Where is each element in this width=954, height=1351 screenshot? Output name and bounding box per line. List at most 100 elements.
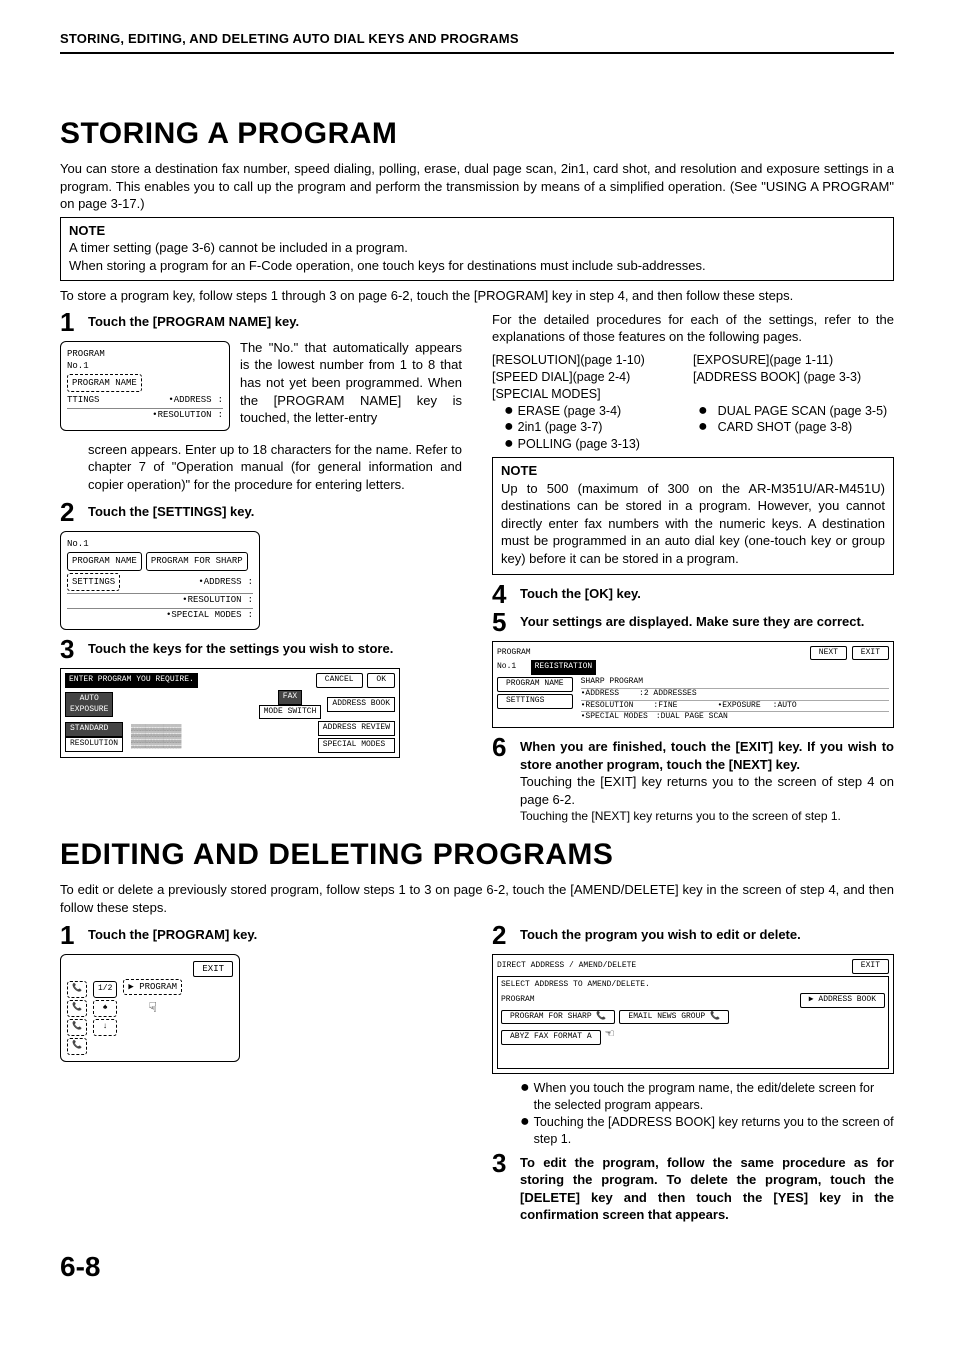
scr-label: SHARP PROGRAM	[581, 677, 889, 689]
bullet-icon: ●	[520, 1114, 530, 1130]
program-button[interactable]: ▶ PROGRAM	[123, 979, 182, 995]
cancel-button[interactable]: CANCEL	[316, 673, 363, 688]
scr-label: PROGRAM	[501, 995, 535, 1006]
scr-label: No.1	[67, 360, 223, 372]
exit-button[interactable]: EXIT	[852, 646, 889, 661]
note-body: Up to 500 (maximum of 300 on the AR-M351…	[501, 480, 885, 568]
step-title: Touch the [SETTINGS] key.	[88, 499, 254, 521]
next-button[interactable]: NEXT	[810, 646, 847, 661]
note-box-2: NOTE Up to 500 (maximum of 300 on the AR…	[492, 457, 894, 574]
up-icon[interactable]: ♠	[93, 1000, 117, 1017]
step-title: Touch the keys for the settings you wish…	[88, 636, 393, 658]
step-number: 5	[492, 609, 512, 635]
exit-button[interactable]: EXIT	[852, 959, 889, 974]
scr-label: No.1	[67, 538, 253, 550]
phone-icon[interactable]: 📞	[67, 981, 87, 998]
bullet-icon: ●	[698, 419, 708, 435]
standard-button[interactable]: STANDARD	[65, 722, 123, 737]
phone-icon[interactable]: 📞	[67, 1019, 87, 1036]
auto-exposure-button[interactable]: AUTO EXPOSURE	[65, 692, 113, 718]
scr-value: :FINE	[653, 701, 677, 712]
step-number: 3	[492, 1150, 512, 1176]
step-number: 1	[60, 922, 80, 948]
scr-label: PROGRAM FOR SHARP	[146, 552, 248, 570]
scr-label: 1/2	[93, 981, 117, 998]
scr-label: PROGRAM	[497, 648, 531, 659]
ref: [ADDRESS BOOK] (page 3-3)	[693, 369, 894, 386]
edit-left-col: 1 Touch the [PROGRAM] key. EXIT 📞 📞 📞 📞 …	[60, 920, 462, 1224]
note-line: When storing a program for an F-Code ope…	[69, 257, 885, 275]
ref: CARD SHOT (page 3-8)	[718, 419, 894, 436]
page-header: STORING, EDITING, AND DELETING AUTO DIAL…	[60, 30, 894, 54]
special-modes-button[interactable]: SPECIAL MODES	[318, 738, 395, 753]
edit-right-col: 2 Touch the program you wish to edit or …	[492, 920, 894, 1224]
bullet-icon: ●	[520, 1080, 530, 1096]
address-book-button[interactable]: ▶ ADDRESS BOOK	[800, 993, 885, 1008]
step-1: 1 Touch the [PROGRAM NAME] key.	[60, 309, 462, 335]
note-line: A timer setting (page 3-6) cannot be inc…	[69, 239, 885, 257]
fax-button[interactable]: FAX	[278, 690, 302, 705]
screen-program-key: EXIT 📞 📞 📞 📞 1/2 ♠ ↓ ▶ PROGRAM ☟	[60, 954, 240, 1061]
scr-label: PROGRAM	[67, 348, 223, 360]
step-title: When you are finished, touch the [EXIT] …	[520, 734, 894, 773]
scr-header: ENTER PROGRAM YOU REQUIRE.	[65, 673, 198, 688]
phone-icon[interactable]: 📞	[67, 1038, 87, 1055]
right-column: For the detailed procedures for each of …	[492, 307, 894, 825]
ref: DUAL PAGE SCAN (page 3-5)	[718, 403, 894, 420]
hand-pointer-icon: ☜	[605, 1027, 613, 1043]
program-name-button[interactable]: PROGRAM NAME	[67, 374, 142, 392]
program-item[interactable]: ABYZ FAX FORMAT A	[501, 1030, 601, 1045]
phone-icon[interactable]: 📞	[67, 1000, 87, 1017]
program-item[interactable]: EMAIL NEWS GROUP 📞	[619, 1010, 729, 1025]
screen-enter-program: ENTER PROGRAM YOU REQUIRE. CANCEL OK AUT…	[60, 668, 400, 758]
heading-editing: EDITING AND DELETING PROGRAMS	[60, 835, 894, 876]
ref: POLLING (page 3-13)	[518, 436, 640, 453]
step-title: Touch the [PROGRAM] key.	[88, 922, 257, 944]
scr-button[interactable]: PROGRAM NAME	[497, 677, 573, 692]
down-icon[interactable]: ↓	[93, 1019, 117, 1036]
bullet-icon: ●	[698, 403, 708, 419]
step-number: 6	[492, 734, 512, 760]
bullet-icon: ●	[504, 403, 514, 419]
note-title: NOTE	[501, 462, 885, 480]
scr-label: •RESOLUTION	[581, 701, 634, 712]
scr-button[interactable]: SETTINGS	[497, 694, 573, 709]
step1-body-right: The "No." that automatically appears is …	[240, 339, 462, 431]
step-title: To edit the program, follow the same pro…	[520, 1150, 894, 1224]
ref: [EXPOSURE](page 1-11)	[693, 352, 894, 369]
scr-label: No.1	[497, 662, 516, 671]
screen-settings: No.1 PROGRAM NAME PROGRAM FOR SHARP SETT…	[60, 531, 260, 630]
scr-button[interactable]: PROGRAM NAME	[67, 552, 142, 570]
scr-label: TTINGS	[67, 394, 99, 406]
program-item[interactable]: PROGRAM FOR SHARP 📞	[501, 1010, 615, 1025]
address-book-button[interactable]: ADDRESS BOOK	[327, 697, 395, 712]
intro-storing: You can store a destination fax number, …	[60, 160, 894, 213]
intro-editing: To edit or delete a previously stored pr…	[60, 881, 894, 916]
step-number: 3	[60, 636, 80, 662]
pre-steps-text: To store a program key, follow steps 1 t…	[60, 287, 894, 305]
step-title: Touch the [OK] key.	[520, 581, 641, 603]
scr-label: •ADDRESS	[168, 394, 223, 406]
step-title: Touch the [PROGRAM NAME] key.	[88, 309, 299, 331]
scr-value: :2 ADDRESSES	[639, 689, 697, 700]
left-column: 1 Touch the [PROGRAM NAME] key. PROGRAM …	[60, 307, 462, 825]
scr-label: •SPECIAL MODES	[581, 712, 648, 723]
step-title: Touch the program you wish to edit or de…	[520, 922, 801, 944]
ref: [RESOLUTION](page 1-10)	[492, 352, 693, 369]
exit-button[interactable]: EXIT	[193, 961, 233, 977]
edit-step-1: 1 Touch the [PROGRAM] key.	[60, 922, 462, 948]
page-number: 6-8	[60, 1248, 894, 1286]
ok-button[interactable]: OK	[367, 673, 395, 688]
mode-switch-button[interactable]: MODE SWITCH	[259, 705, 322, 720]
address-review-button[interactable]: ADDRESS REVIEW	[318, 721, 395, 736]
settings-button[interactable]: SETTINGS	[67, 573, 120, 591]
step-6: 6 When you are finished, touch the [EXIT…	[492, 734, 894, 773]
right-intro: For the detailed procedures for each of …	[492, 311, 894, 346]
scr-label: •SPECIAL MODES	[166, 609, 253, 621]
resolution-button[interactable]: RESOLUTION	[65, 737, 123, 752]
bullet-text: Touching the [ADDRESS BOOK] key returns …	[534, 1114, 894, 1148]
scr-label: •ADDRESS	[581, 689, 619, 700]
ref: ERASE (page 3-4)	[518, 403, 694, 420]
note-title: NOTE	[69, 222, 885, 240]
scr-label: SELECT ADDRESS TO AMEND/DELETE.	[501, 980, 885, 991]
